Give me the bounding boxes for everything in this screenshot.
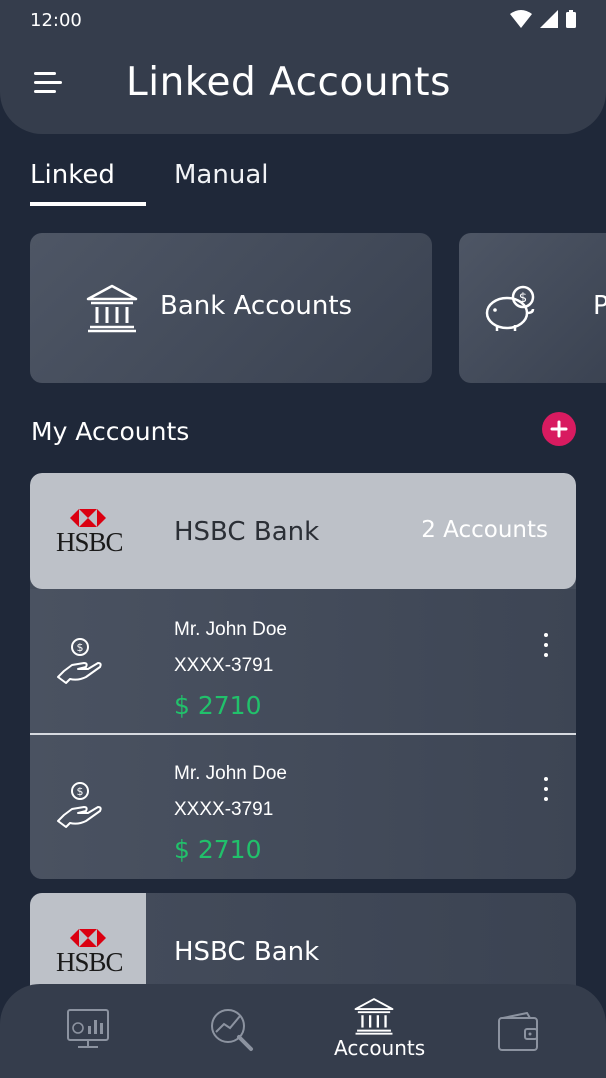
account-holder: Mr. John Doe [174, 619, 287, 640]
hsbc-logo: HSBC [56, 509, 124, 558]
category-card-bank-accounts[interactable]: Bank Accounts [30, 233, 432, 383]
battery-icon [566, 10, 576, 28]
nav-wallet[interactable] [497, 1011, 541, 1057]
category-label: Bank Accounts [160, 291, 353, 321]
analytics-search-icon [211, 1009, 253, 1051]
status-icons [510, 10, 576, 28]
bank-header[interactable]: HSBC HSBC Bank 2 Accounts [30, 473, 576, 589]
account-holder: Mr. John Doe [174, 763, 287, 784]
more-options-icon[interactable] [538, 633, 554, 667]
more-options-icon[interactable] [538, 777, 554, 811]
nav-accounts-label[interactable]: Accounts [334, 1036, 425, 1060]
svg-text:$: $ [77, 641, 84, 654]
dashboard-icon [67, 1009, 109, 1048]
bank-icon [354, 998, 394, 1035]
bottom-navigation: Accounts [0, 984, 606, 1078]
app-bar: 12:00 Linked Accounts [0, 0, 606, 134]
svg-text:$: $ [519, 291, 527, 306]
category-card-second[interactable]: $ P [459, 233, 606, 383]
tab-linked[interactable]: Linked [30, 160, 146, 206]
tab-bar: Linked Manual [30, 160, 268, 206]
svg-text:$: $ [77, 785, 84, 798]
money-hand-icon: $ [57, 638, 102, 684]
signal-icon [540, 10, 558, 28]
status-time: 12:00 [30, 10, 82, 31]
account-row[interactable]: $ Mr. John Doe XXXX-3791 $ 2710 [30, 735, 576, 879]
tab-manual[interactable]: Manual [174, 160, 268, 206]
account-balance: $ 2710 [174, 835, 262, 864]
bank-name: HSBC Bank [174, 517, 320, 547]
page-title: Linked Accounts [126, 60, 451, 105]
piggy-bank-icon: $ [485, 285, 535, 331]
money-hand-icon: $ [57, 782, 102, 828]
nav-analytics[interactable] [208, 1006, 254, 1057]
account-number: XXXX-3791 [174, 655, 274, 676]
account-count: 2 Accounts [421, 517, 548, 543]
account-number: XXXX-3791 [174, 799, 274, 820]
hsbc-logo: HSBC [56, 929, 124, 978]
wallet-icon [498, 1011, 538, 1051]
section-title: My Accounts [31, 417, 190, 446]
add-account-button[interactable] [542, 412, 576, 446]
bank-name: HSBC Bank [174, 937, 320, 967]
bank-icon [86, 284, 138, 333]
bank-group: HSBC HSBC Bank 2 Accounts $ Mr. John Doe… [30, 473, 576, 879]
wifi-icon [510, 10, 532, 28]
category-label: P [593, 291, 606, 321]
plus-icon [550, 420, 568, 438]
menu-button[interactable] [34, 72, 64, 102]
nav-accounts[interactable] [354, 996, 394, 1041]
account-row[interactable]: $ Mr. John Doe XXXX-3791 $ 2710 [30, 589, 576, 733]
account-balance: $ 2710 [174, 691, 262, 720]
nav-dashboard[interactable] [66, 1008, 110, 1055]
